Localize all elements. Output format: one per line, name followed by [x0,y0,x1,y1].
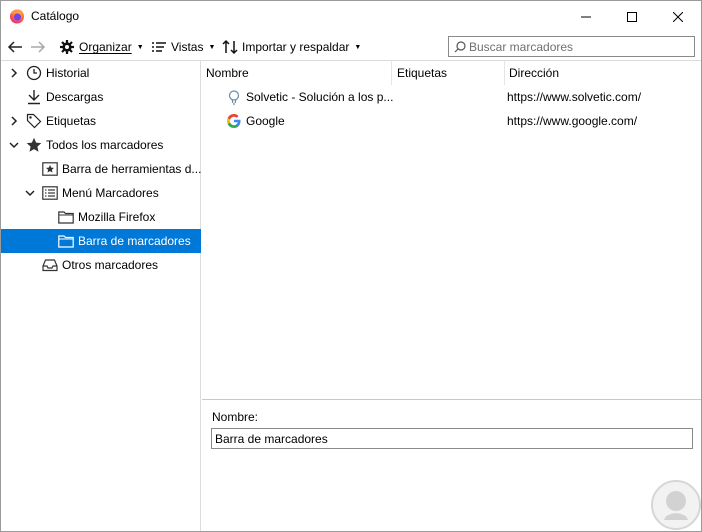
toolbar: Organizar ▼ Vistas ▼ Importar y respaldar ▼ [1,32,701,61]
import-export-icon [222,39,238,55]
bookmark-url: https://www.google.com/ [507,114,638,128]
column-divider[interactable] [391,61,392,85]
bookmark-name: Google [246,114,285,128]
star-icon [26,137,42,152]
window-title: Catálogo [31,9,80,23]
organize-menu-button[interactable]: Organizar ▼ [59,37,144,57]
dropdown-caret-icon: ▼ [354,43,362,51]
sidebar-item-label: Otros marcadores [62,258,159,272]
dropdown-caret-icon: ▼ [208,43,216,51]
firefox-logo-icon [10,9,24,24]
solvetic-favicon-icon [228,90,240,105]
search-icon [454,41,466,53]
close-button[interactable] [655,1,701,32]
bookmarks-list-header: Nombre Etiquetas Dirección [202,61,701,85]
sidebar-item-otros-marcadores[interactable]: Otros marcadores [1,253,201,277]
chevron-down-icon[interactable] [24,187,36,199]
maximize-icon [627,11,637,22]
back-button[interactable] [7,37,23,57]
list-view-icon [152,42,166,52]
chevron-right-icon[interactable] [8,67,20,79]
dropdown-caret-icon: ▼ [136,43,144,51]
sidebar-item-label: Descargas [46,90,104,104]
download-arrow-icon [28,90,40,105]
sidebar-item-barra-de-herramientas[interactable]: Barra de herramientas d... [1,157,201,181]
organize-label: Organizar [79,40,132,54]
search-box[interactable] [448,36,695,57]
views-label: Vistas [171,40,204,54]
sidebar-item-label: Mozilla Firefox [78,210,156,224]
minimize-button[interactable] [563,1,609,32]
tag-icon [26,113,42,129]
column-header-nombre[interactable]: Nombre [202,61,249,85]
maximize-button[interactable] [609,1,655,32]
bookmark-name: Solvetic - Solución a los p... [246,90,394,104]
title-bar: Catálogo [1,1,701,32]
sidebar-item-label: Etiquetas [46,114,97,128]
bookmarks-toolbar-icon [42,162,58,176]
column-header-etiquetas[interactable]: Etiquetas [393,61,447,85]
search-input[interactable] [469,39,691,54]
chevron-down-icon[interactable] [8,139,20,151]
table-row[interactable]: Google https://www.google.com/ [202,109,701,133]
google-favicon-icon [227,114,241,128]
sidebar-item-todos-los-marcadores[interactable]: Todos los marcadores [1,133,201,157]
forward-arrow-icon [31,41,46,53]
column-header-direccion[interactable]: Dirección [505,61,559,85]
sidebar-item-descargas[interactable]: Descargas [1,85,201,109]
close-icon [673,11,683,22]
bookmark-url: https://www.solvetic.com/ [507,90,642,104]
sidebar-item-label: Menú Marcadores [62,186,159,200]
sidebar-item-label: Barra de marcadores [78,234,191,248]
forward-button[interactable] [30,37,46,57]
sidebar-item-barra-de-marcadores[interactable]: Barra de marcadores [1,229,201,253]
sidebar-item-mozilla-firefox[interactable]: Mozilla Firefox [1,205,201,229]
name-field[interactable] [211,428,693,449]
gear-icon [60,40,74,54]
sidebar-item-etiquetas[interactable]: Etiquetas [1,109,201,133]
sidebar-tree: Historial Descargas Etiquetas Todos los … [1,61,201,531]
table-row[interactable]: Solvetic - Solución a los p... https://w… [202,85,701,109]
sidebar-item-label: Barra de herramientas d... [62,162,202,176]
chevron-right-icon[interactable] [8,115,20,127]
bookmarks-menu-icon [42,186,58,200]
back-arrow-icon [7,41,22,53]
library-window: Catálogo Organizar ▼ Vistas ▼ Importar y… [0,0,702,532]
site-watermark-logo-icon [651,480,701,530]
sidebar-item-menu-marcadores[interactable]: Menú Marcadores [1,181,201,205]
details-pane: Nombre: [202,399,701,531]
sidebar-item-historial[interactable]: Historial [1,61,201,85]
sidebar-item-label: Todos los marcadores [46,138,164,152]
minimize-icon [581,16,591,17]
sidebar-item-label: Historial [46,66,90,80]
import-backup-label: Importar y respaldar [242,40,350,54]
other-bookmarks-tray-icon [42,259,58,272]
folder-icon [58,235,74,248]
history-clock-icon [26,65,42,81]
folder-icon [58,211,74,224]
import-backup-menu-button[interactable]: Importar y respaldar ▼ [222,37,361,57]
name-field-label: Nombre: [212,410,259,424]
views-menu-button[interactable]: Vistas ▼ [151,37,215,57]
